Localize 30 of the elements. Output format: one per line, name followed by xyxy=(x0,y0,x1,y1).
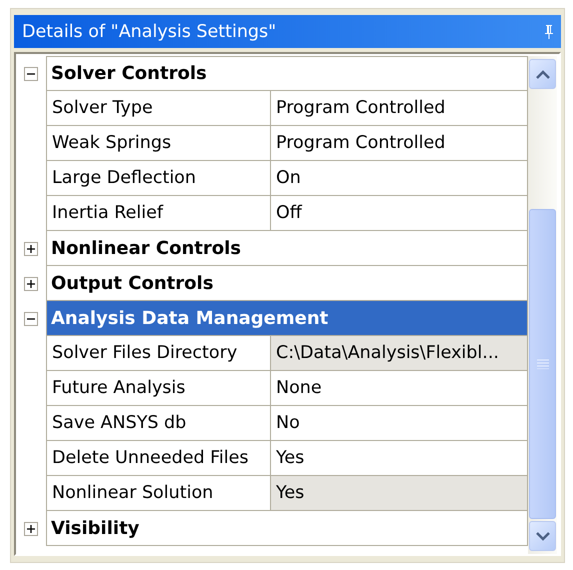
property-name: Delete Unneeded Files xyxy=(46,441,271,476)
collapse-toggle[interactable] xyxy=(24,66,38,80)
plus-icon xyxy=(27,280,35,288)
section-header[interactable]: Solver Controls xyxy=(46,56,528,91)
scroll-down-button[interactable] xyxy=(529,521,556,551)
property-name: Solver Type xyxy=(46,91,271,126)
collapse-toggle[interactable] xyxy=(24,312,38,326)
expand-toggle[interactable] xyxy=(24,276,38,290)
plus-icon xyxy=(27,524,35,532)
expand-toggle[interactable] xyxy=(24,242,38,256)
scroll-thumb[interactable] xyxy=(529,209,556,519)
panel-title: Details of "Analysis Settings" xyxy=(22,22,276,42)
property-name: Weak Springs xyxy=(46,126,271,161)
scroll-up-button[interactable] xyxy=(529,59,556,89)
pin-icon[interactable] xyxy=(543,24,555,40)
grip-icon xyxy=(536,359,548,369)
property-value[interactable]: Yes xyxy=(271,476,528,511)
section-header[interactable]: Nonlinear Controls xyxy=(46,231,528,266)
scrollbar[interactable] xyxy=(528,56,557,554)
property-name: Inertia Relief xyxy=(46,196,271,231)
section-header[interactable]: Analysis Data Management xyxy=(46,301,528,336)
property-name: Large Deflection xyxy=(46,161,271,196)
expand-toggle[interactable] xyxy=(24,522,38,536)
caret-up-icon xyxy=(536,70,550,78)
caret-down-icon xyxy=(536,532,550,540)
section-header[interactable]: Visibility xyxy=(46,511,528,546)
property-name: Save ANSYS db xyxy=(46,406,271,441)
plus-icon xyxy=(27,244,35,252)
property-name: Future Analysis xyxy=(46,371,271,406)
property-value[interactable]: C:\Data\Analysis\Flexibl... xyxy=(271,336,528,371)
